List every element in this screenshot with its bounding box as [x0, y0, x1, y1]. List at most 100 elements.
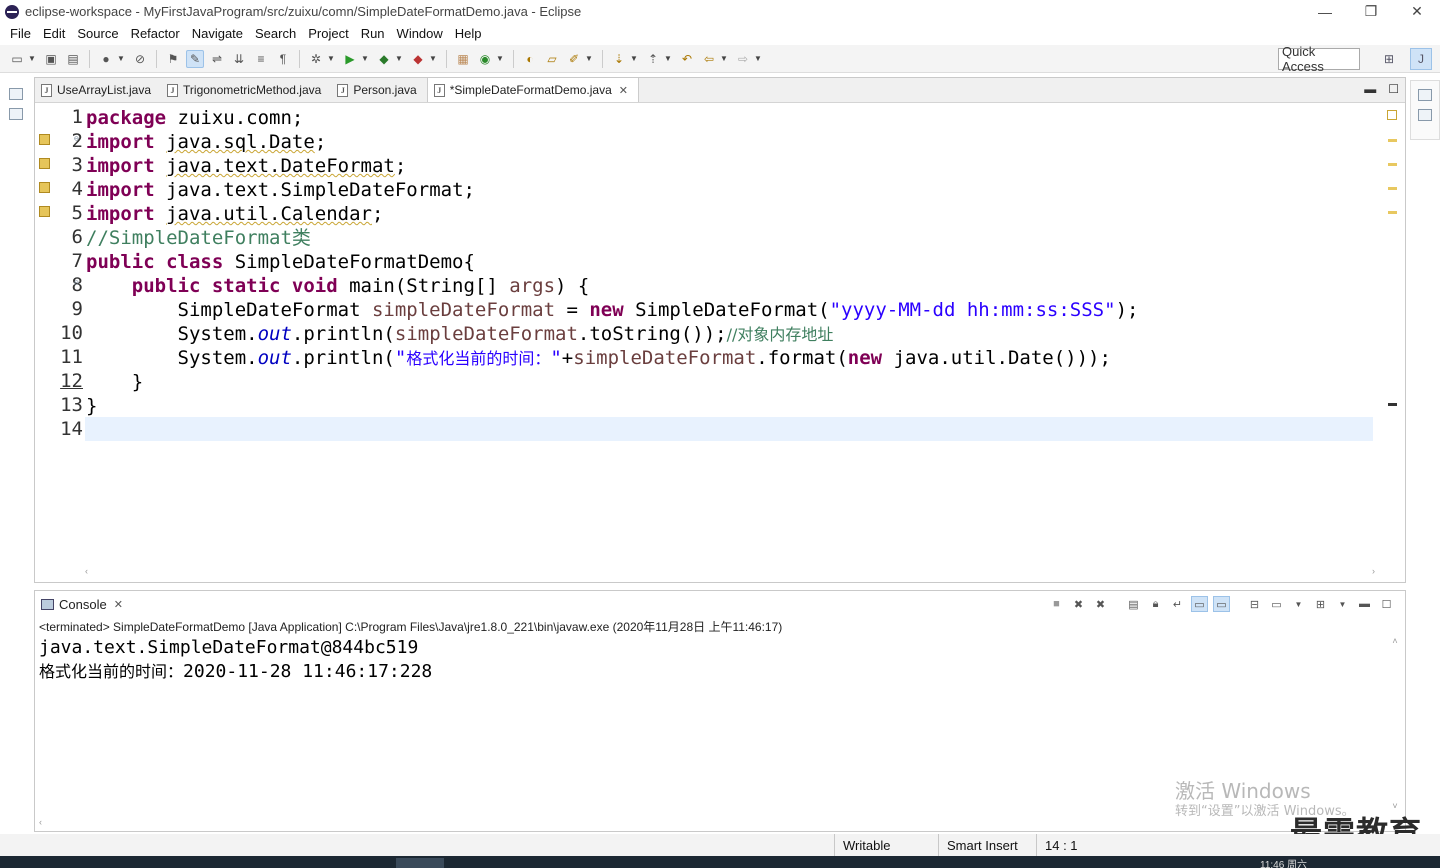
show-on-stdout-icon[interactable]: ▭: [1191, 596, 1208, 612]
open-folder-icon[interactable]: ▱: [543, 50, 561, 68]
word-wrap-icon[interactable]: ≡: [252, 50, 270, 68]
scroll-right-icon[interactable]: ›: [1372, 566, 1375, 578]
open-perspective-icon[interactable]: ⊞: [1378, 48, 1400, 70]
console-toolbar: ■ ✖ ✖ ▤ 🔒︎ ↵ ▭ ▭ ⊟ ▭ ▼ ⊞ ▼ ▬ ☐: [1048, 596, 1395, 612]
menu-help[interactable]: Help: [449, 26, 488, 41]
coverage-icon[interactable]: ◆: [375, 50, 393, 68]
open-type-icon[interactable]: ⚑: [164, 50, 182, 68]
close-button[interactable]: ✕: [1394, 0, 1440, 23]
scroll-left-icon[interactable]: ‹: [39, 817, 42, 827]
menu-file[interactable]: File: [4, 26, 37, 41]
new-package-icon[interactable]: ▦: [454, 50, 472, 68]
taskbar-clock: 11:46 周六: [1260, 860, 1308, 868]
menu-navigate[interactable]: Navigate: [186, 26, 249, 41]
prev-edit-icon[interactable]: ⇡: [644, 50, 662, 68]
search-icon[interactable]: ✐: [565, 50, 583, 68]
close-icon[interactable]: ✕: [619, 84, 628, 97]
chevron-down-icon[interactable]: ▼: [395, 54, 403, 63]
code-area[interactable]: 1 2 3 4 5 6 7 8 9 10 11 12 13 14 ⊖ ⊖ pac…: [35, 104, 1375, 568]
back-icon[interactable]: ⇦: [700, 50, 718, 68]
show-on-stderr-icon[interactable]: ▭: [1213, 596, 1230, 612]
menu-project[interactable]: Project: [302, 26, 354, 41]
minimize-button[interactable]: —: [1302, 0, 1348, 23]
fold-toggle-icon[interactable]: ⊖: [74, 278, 82, 287]
account-icon[interactable]: ●: [97, 50, 115, 68]
scroll-left-icon[interactable]: ‹: [85, 566, 88, 578]
pin-console-icon[interactable]: ⊟: [1246, 596, 1263, 612]
tab-console[interactable]: Console ✕: [35, 597, 123, 612]
chevron-down-icon[interactable]: ▼: [720, 54, 728, 63]
chevron-down-icon[interactable]: ▼: [117, 54, 125, 63]
new-class-icon[interactable]: ◉: [476, 50, 494, 68]
chevron-down-icon[interactable]: ▼: [754, 54, 762, 63]
tab-use-array-list[interactable]: J UseArrayList.java: [35, 78, 161, 102]
last-edit-location-icon[interactable]: ↶: [678, 50, 696, 68]
chevron-down-icon[interactable]: ▼: [327, 54, 335, 63]
remove-all-terminated-icon[interactable]: ✖: [1092, 596, 1109, 612]
chevron-down-icon[interactable]: ▼: [429, 54, 437, 63]
taskbar-item[interactable]: [396, 858, 444, 868]
console-vertical-scrollbar[interactable]: ˄ ˅: [1389, 636, 1401, 811]
external-tools-icon[interactable]: ◆: [409, 50, 427, 68]
chevron-down-icon[interactable]: ▼: [1334, 596, 1351, 612]
menu-window[interactable]: Window: [391, 26, 449, 41]
overview-warning-marker[interactable]: [1388, 139, 1397, 142]
save-all-icon[interactable]: ▤: [64, 50, 82, 68]
quick-access-field[interactable]: Quick Access: [1278, 44, 1360, 74]
scroll-up-icon[interactable]: ˄: [1392, 636, 1397, 646]
tab-person[interactable]: J Person.java: [331, 78, 426, 102]
skip-breakpoints-icon[interactable]: ⊘: [131, 50, 149, 68]
restore-button[interactable]: ❐: [1348, 0, 1394, 23]
console-output[interactable]: java.text.SimpleDateFormat@844bc519 格式化当…: [39, 636, 432, 684]
save-icon[interactable]: ▣: [42, 50, 60, 68]
chevron-down-icon[interactable]: ▼: [361, 54, 369, 63]
new-icon[interactable]: ▭: [8, 50, 26, 68]
menu-search[interactable]: Search: [249, 26, 302, 41]
remove-launch-icon[interactable]: ✖: [1070, 596, 1087, 612]
chevron-down-icon[interactable]: ▼: [28, 54, 36, 63]
next-edit-icon[interactable]: ⇣: [610, 50, 628, 68]
chevron-down-icon[interactable]: ▼: [585, 54, 593, 63]
overview-warning-marker[interactable]: [1388, 187, 1397, 190]
run-icon[interactable]: ▶: [341, 50, 359, 68]
toggle-block-icon[interactable]: ⇌: [208, 50, 226, 68]
open-task-icon[interactable]: ◐: [521, 50, 539, 68]
chevron-down-icon[interactable]: ▼: [496, 54, 504, 63]
forward-icon[interactable]: ⇨: [734, 50, 752, 68]
menu-source[interactable]: Source: [71, 26, 124, 41]
mark-occurrences-icon[interactable]: ✎: [186, 49, 204, 68]
tab-simple-date-format-demo[interactable]: J *SimpleDateFormatDemo.java ✕: [426, 78, 639, 102]
menu-edit[interactable]: Edit: [37, 26, 71, 41]
maximize-icon[interactable]: ☐: [1378, 596, 1395, 612]
open-console-icon[interactable]: ⊞: [1312, 596, 1329, 612]
editor-horizontal-scrollbar[interactable]: ‹ ›: [85, 566, 1375, 578]
restore-view-icon[interactable]: [1418, 89, 1432, 101]
overview-warning-marker[interactable]: [1388, 211, 1397, 214]
word-wrap-icon[interactable]: ↵: [1169, 596, 1186, 612]
java-perspective-icon[interactable]: J: [1410, 48, 1432, 70]
chevron-down-icon[interactable]: ▼: [664, 54, 672, 63]
overview-ruler[interactable]: [1385, 104, 1399, 574]
package-explorer-icon[interactable]: [9, 108, 23, 120]
clear-console-icon[interactable]: ▤: [1125, 596, 1142, 612]
tab-trigonometric-method[interactable]: J TrigonometricMethod.java: [161, 78, 331, 102]
menu-refactor[interactable]: Refactor: [125, 26, 186, 41]
next-annotation-icon[interactable]: ⇊: [230, 50, 248, 68]
show-whitespace-icon[interactable]: ¶: [274, 50, 292, 68]
fold-toggle-icon[interactable]: ⊖: [74, 134, 82, 143]
debug-icon[interactable]: ✲: [307, 50, 325, 68]
overview-warning-marker[interactable]: [1388, 163, 1397, 166]
line-number: 1: [71, 106, 83, 128]
chevron-down-icon[interactable]: ▼: [1290, 596, 1307, 612]
chevron-down-icon[interactable]: ▼: [630, 54, 638, 63]
close-icon[interactable]: ✕: [114, 598, 123, 611]
display-console-icon[interactable]: ▭: [1268, 596, 1285, 612]
restore-view-icon[interactable]: [9, 88, 23, 100]
outline-icon[interactable]: [1418, 109, 1432, 121]
scroll-lock-icon[interactable]: 🔒︎: [1147, 596, 1164, 612]
maximize-icon[interactable]: ☐: [1388, 82, 1399, 96]
minimize-icon[interactable]: ▬: [1364, 82, 1376, 96]
terminate-icon[interactable]: ■: [1048, 596, 1065, 612]
minimize-icon[interactable]: ▬: [1356, 596, 1373, 612]
menu-run[interactable]: Run: [355, 26, 391, 41]
